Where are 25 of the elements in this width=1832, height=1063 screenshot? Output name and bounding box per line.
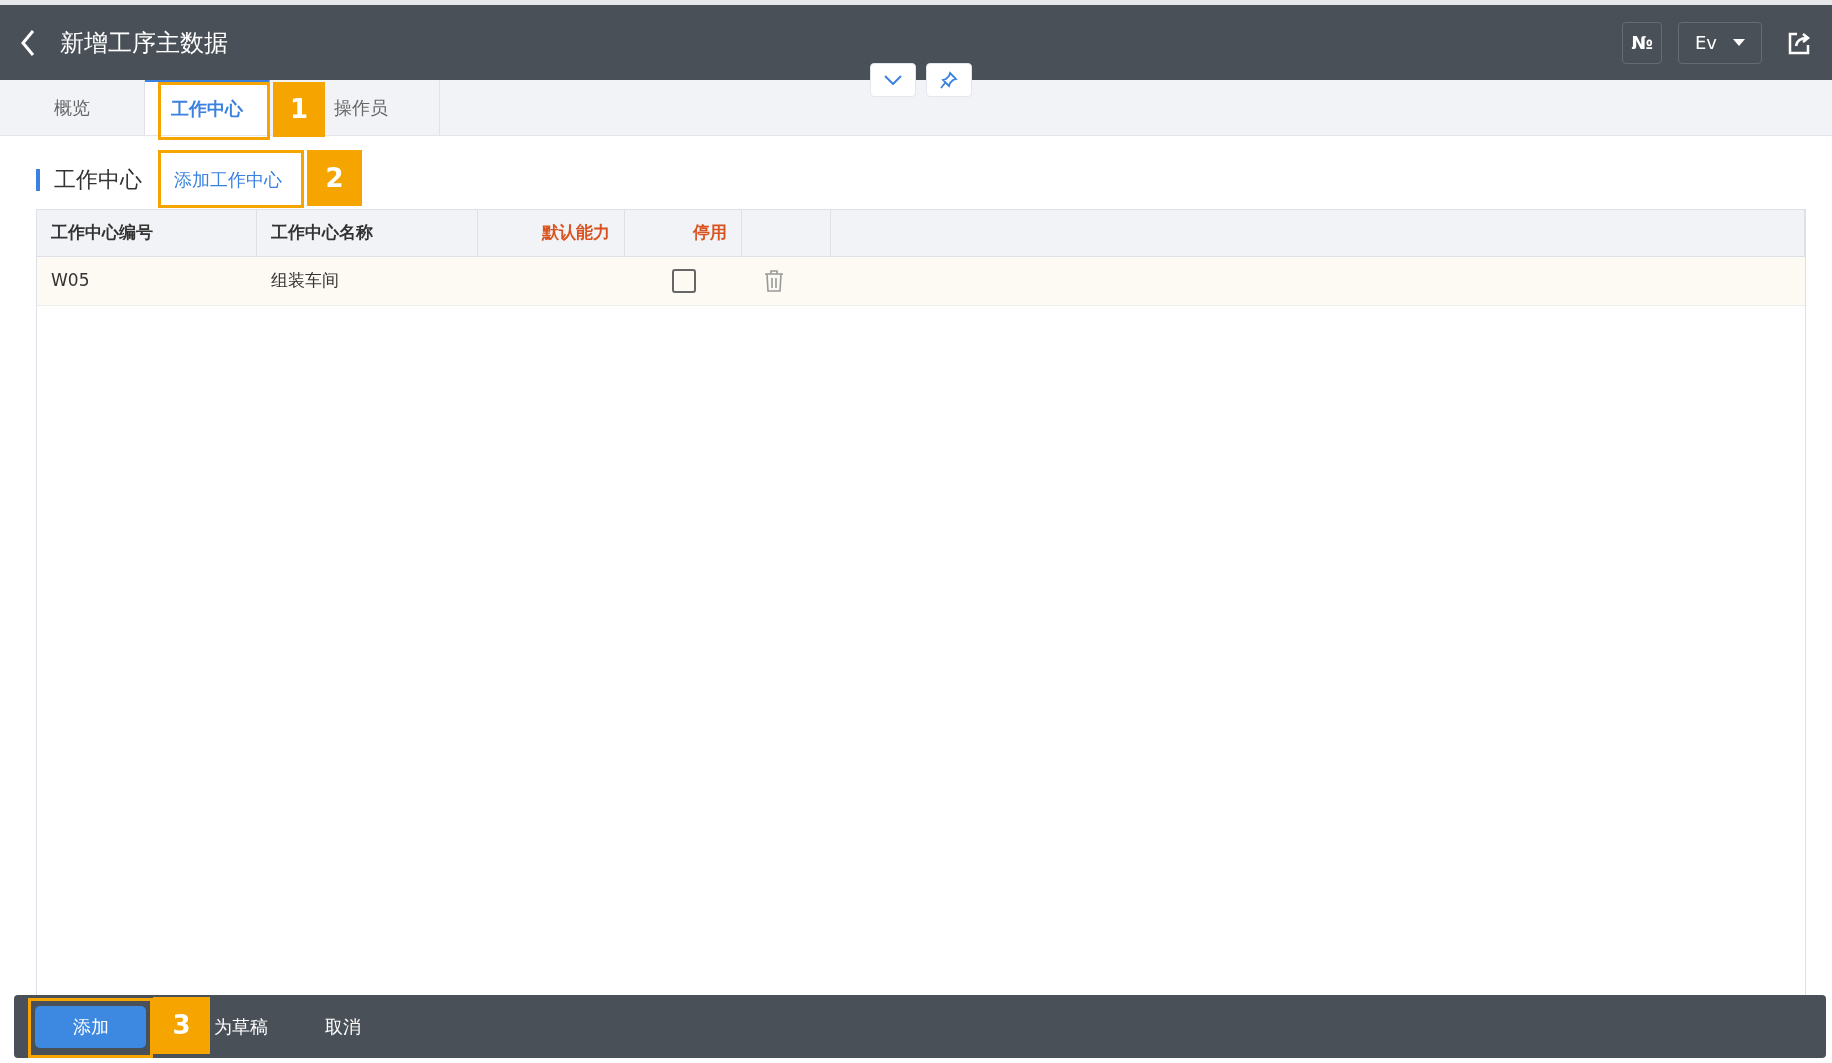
number-button[interactable]: №	[1622, 21, 1662, 64]
checkbox[interactable]	[671, 269, 696, 293]
trash-icon[interactable]	[764, 270, 784, 292]
pin-button[interactable]	[926, 63, 972, 97]
footer-button[interactable]: 添加	[35, 1005, 146, 1048]
caret-icon	[1733, 38, 1745, 47]
table-cell: 组装车间	[257, 257, 478, 306]
language-dropdown[interactable]: Ev	[1677, 21, 1762, 64]
chevron-down-icon[interactable]	[884, 75, 902, 85]
page-title: 新增工序主数据	[60, 27, 228, 59]
column-header: 工作中心名称	[257, 209, 478, 257]
step-number: 3	[153, 997, 210, 1054]
column-header: 默认能力	[478, 209, 625, 257]
back-icon[interactable]	[20, 28, 36, 57]
section-title: 工作中心	[36, 168, 142, 191]
step-number: 2	[307, 150, 362, 206]
step-number: 1	[273, 82, 325, 137]
column-header: 工作中心编号	[37, 209, 257, 257]
column-header: 停用	[625, 209, 742, 257]
add-work-center-link[interactable]: 添加工作中心	[158, 158, 298, 201]
footer-button[interactable]: 取消	[325, 1005, 361, 1048]
table-cell: W05	[37, 257, 257, 306]
footer-button[interactable]: 为草稿	[214, 1005, 268, 1048]
collapse-button[interactable]	[870, 63, 916, 97]
pin-icon[interactable]	[940, 71, 958, 89]
